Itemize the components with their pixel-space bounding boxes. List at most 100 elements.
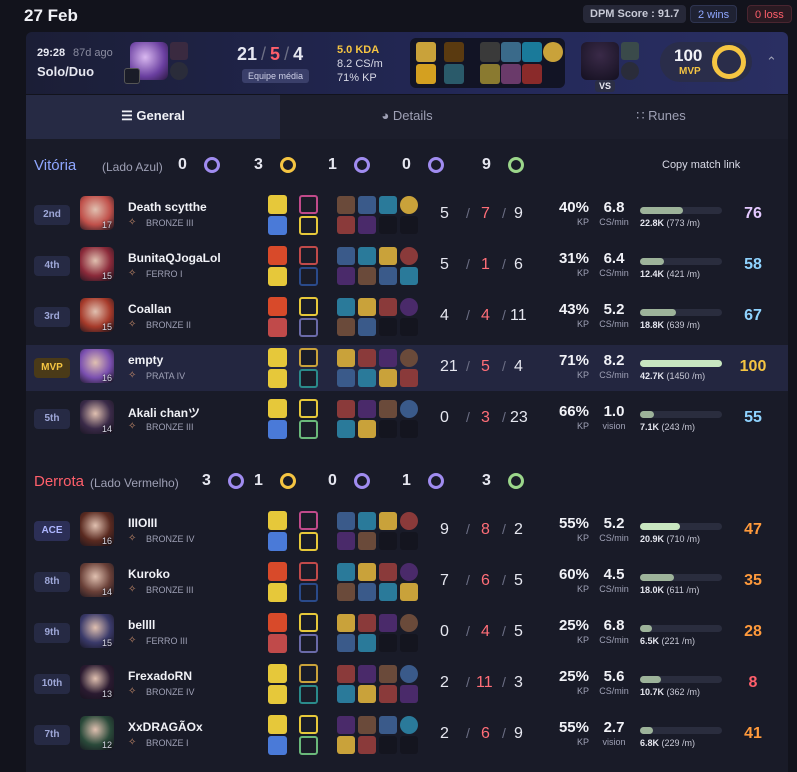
- baron-icon: [204, 157, 220, 173]
- rune-icon: [299, 532, 318, 551]
- performance-score: 47: [744, 521, 762, 538]
- item-icon: [379, 349, 397, 367]
- item-icon: [358, 563, 376, 581]
- player-row[interactable]: 8th 14 Kuroko ✧ BRONZE III 7/6/5 60% KP 4.5 CS/mi…: [26, 559, 788, 605]
- item-icon: [337, 196, 355, 214]
- kills-value: 21: [440, 358, 458, 375]
- player-row[interactable]: MVP 16 empty ✧ PRATA IV 21/5/4 71% KP 8.2 CS/min 4…: [26, 345, 788, 391]
- summary-stats: 5.0 KDA 8.2 CS/m 71% KP: [337, 43, 383, 85]
- item-icon: [358, 736, 376, 754]
- placement-badge: 2nd: [34, 205, 70, 225]
- cs-label: CS/min: [599, 533, 629, 543]
- cs-value: 1.0: [603, 403, 625, 420]
- champion-level: 17: [102, 220, 113, 230]
- summoner-spell-icon: [268, 736, 287, 755]
- item-icon: [400, 420, 418, 438]
- kda-separator: /: [466, 256, 470, 272]
- item-icon: [337, 614, 355, 632]
- queue-type: Solo/Duo: [37, 64, 95, 79]
- kills-value: 0: [440, 409, 449, 426]
- tab-details[interactable]: ◕ Details: [280, 95, 534, 139]
- player-row[interactable]: ACE 16 IIIOIII ✧ BRONZE IV 9/8/2 55% KP 5.2 CS/mi…: [26, 508, 788, 554]
- game-duration: 29:28: [37, 47, 66, 59]
- item-icon: [400, 665, 418, 683]
- summoner-spell-icon: [268, 664, 287, 683]
- chevron-up-icon[interactable]: ⌃: [766, 54, 777, 70]
- player-name[interactable]: Akali chanツ: [128, 404, 200, 421]
- placement-badge: 8th: [34, 572, 70, 592]
- damage-per-minute: (243 /m): [661, 422, 696, 432]
- objective-count: 9: [482, 156, 491, 173]
- item-icon: [337, 736, 355, 754]
- summoner-spell-icon: [268, 583, 287, 602]
- objective-count: 1: [254, 472, 263, 489]
- summoner-spell-icon: [268, 613, 287, 632]
- champion-level: 14: [102, 424, 113, 434]
- player-row[interactable]: 9th 15 bellll ✧ FERRO III 0/4/5 25% KP 6.8 CS/min…: [26, 610, 788, 656]
- item-icon: [400, 716, 418, 734]
- summoner-spell-icon: [268, 562, 287, 581]
- player-name[interactable]: BunitaQJogaLol: [128, 251, 221, 265]
- copy-match-link[interactable]: Copy match link: [662, 159, 740, 171]
- item-icon: [379, 400, 397, 418]
- damage-per-minute: (710 /m): [666, 534, 701, 544]
- dragon-icon: [280, 157, 296, 173]
- team-side: (Lado Azul): [102, 160, 163, 174]
- player-row[interactable]: 4th 15 BunitaQJogaLol ✧ FERRO I 5/1/6 31% KP 6.4…: [26, 243, 788, 289]
- kda-separator: /: [502, 256, 506, 272]
- kda-separator: /: [502, 205, 506, 221]
- kp-label: KP: [576, 217, 589, 227]
- player-name[interactable]: Kuroko: [128, 567, 170, 581]
- item-icon: [379, 420, 397, 438]
- item-icon: [400, 583, 418, 601]
- item-icon: [337, 267, 355, 285]
- player-row[interactable]: 2nd 17 Death scytthe ✧ BRONZE III 5/7/9 40% KP 6…: [26, 192, 788, 238]
- kills-value: 4: [440, 307, 449, 324]
- item-icon: [337, 532, 355, 550]
- player-tier: BRONZE I: [146, 738, 189, 748]
- damage-bar: [640, 258, 722, 265]
- summoner-spell-icon: [268, 420, 287, 439]
- player-name[interactable]: FrexadoRN: [128, 669, 192, 683]
- opponent-portrait: [581, 42, 619, 80]
- kda-separator: /: [466, 623, 470, 639]
- player-name[interactable]: IIIOIII: [128, 516, 157, 530]
- damage-bar-fill: [640, 523, 681, 530]
- damage-bar: [640, 625, 722, 632]
- assists-value: 4: [514, 358, 523, 375]
- item-icon: [358, 298, 376, 316]
- rune-icon: [299, 297, 318, 316]
- damage-bar-fill: [640, 676, 661, 683]
- player-row[interactable]: 3rd 15 Coallan ✧ BRONZE II 4/4/11 43% KP 5.2 CS/m…: [26, 294, 788, 340]
- pie-icon: ◕: [381, 108, 390, 123]
- player-name[interactable]: empty: [128, 353, 163, 367]
- player-name[interactable]: Death scytthe: [128, 200, 207, 214]
- tab-general[interactable]: ☰ General: [26, 95, 280, 139]
- player-row[interactable]: 7th 12 XxDRAGÃOx ✧ BRONZE I 2/6/9 55% KP 2.7 visi…: [26, 712, 788, 758]
- item-icon: [358, 318, 376, 336]
- cs-label: CS/min: [599, 686, 629, 696]
- summoner-spell-icon: [268, 399, 287, 418]
- cs-stat: 1.0 vision: [594, 403, 634, 431]
- objective-count: 0: [402, 156, 411, 173]
- herald-icon: [354, 157, 370, 173]
- kp-label: KP: [576, 635, 589, 645]
- item-icon: [358, 196, 376, 214]
- player-row[interactable]: 10th 13 FrexadoRN ✧ BRONZE IV 2/11/3 25% KP 5.6 C…: [26, 661, 788, 707]
- item-icon: [358, 420, 376, 438]
- player-name[interactable]: XxDRAGÃOx: [128, 720, 203, 734]
- item-icon: [358, 532, 376, 550]
- match-summary[interactable]: 29:28 87d ago Solo/Duo 21/5/4 Equipe méd…: [26, 32, 788, 94]
- player-row[interactable]: 5th 14 Akali chanツ ✧ BRONZE III 0/3/23 66% KP 1.…: [26, 396, 788, 442]
- cs-value: 6.8: [603, 617, 625, 634]
- player-name[interactable]: Coallan: [128, 302, 171, 316]
- player-name[interactable]: bellll: [128, 618, 155, 632]
- performance-score: 8: [748, 674, 758, 691]
- item-icon: [337, 420, 355, 438]
- item-icon: [337, 512, 355, 530]
- rune-icon: [299, 399, 318, 418]
- kda-separator: /: [466, 725, 470, 741]
- tab-runes[interactable]: ∷ Runes: [534, 95, 788, 139]
- champion-level: 16: [102, 536, 113, 546]
- item-icon: [400, 267, 418, 285]
